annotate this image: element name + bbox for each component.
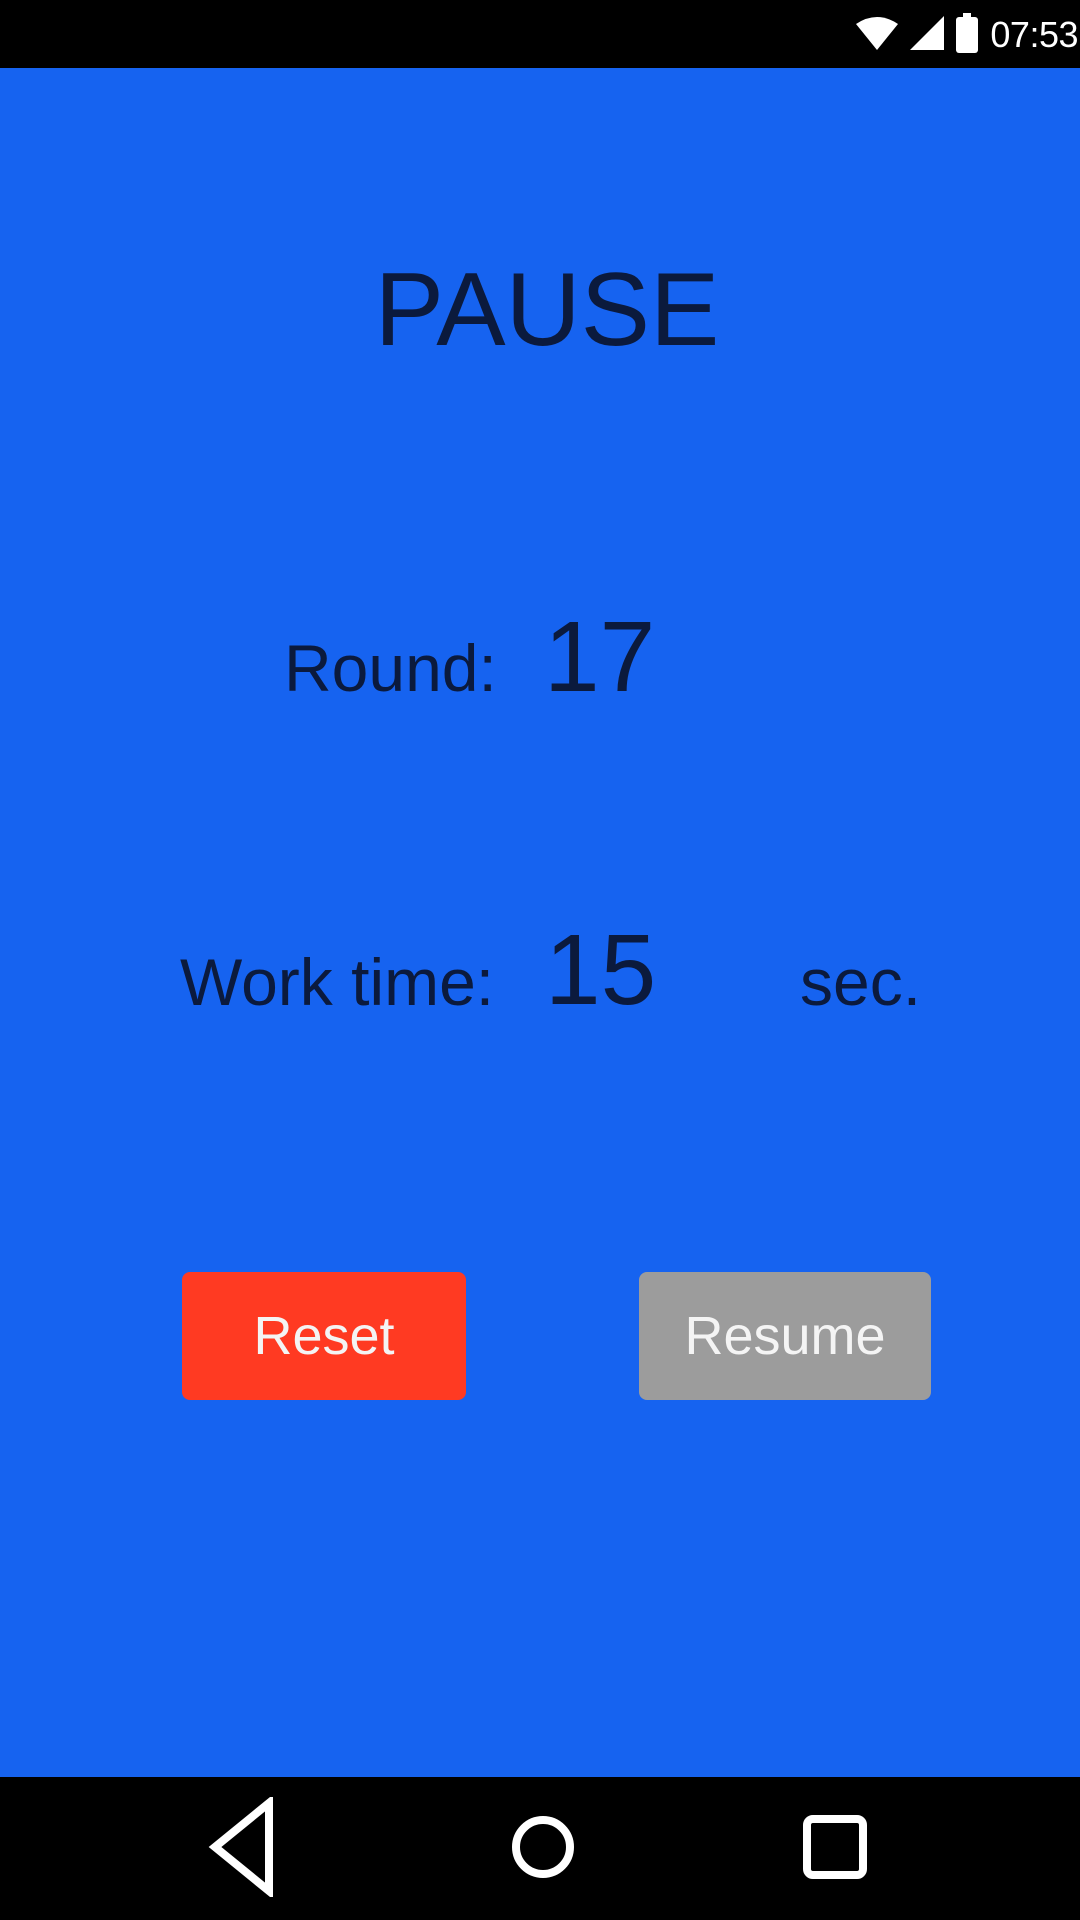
back-icon — [208, 1797, 273, 1897]
wifi-icon — [856, 16, 899, 55]
phone-screen: 07:53 PAUSE Round: 17 Work time: 15 sec.… — [0, 0, 1080, 1920]
status-bar: 07:53 — [0, 0, 1080, 68]
recents-button[interactable] — [775, 1797, 895, 1897]
resume-button[interactable]: Resume — [639, 1272, 931, 1400]
cell-signal-icon — [910, 15, 945, 55]
work-time-value: 15 — [545, 914, 657, 1026]
navigation-bar — [0, 1777, 1080, 1920]
round-value: 17 — [544, 601, 656, 713]
status-time: 07:53 — [990, 14, 1078, 55]
recents-icon — [803, 1815, 867, 1879]
timer-screen: PAUSE Round: 17 Work time: 15 sec. Reset… — [0, 68, 1080, 1777]
work-time-label: Work time: — [180, 945, 495, 1019]
status-icons: 07:53 — [856, 10, 1080, 60]
home-button[interactable] — [483, 1797, 603, 1897]
round-label: Round: — [284, 631, 497, 705]
battery-icon — [956, 12, 979, 58]
work-time-unit: sec. — [800, 945, 922, 1019]
back-button[interactable] — [182, 1797, 302, 1897]
home-icon — [512, 1816, 574, 1878]
reset-button[interactable]: Reset — [182, 1272, 466, 1400]
page-title: PAUSE — [374, 252, 720, 368]
